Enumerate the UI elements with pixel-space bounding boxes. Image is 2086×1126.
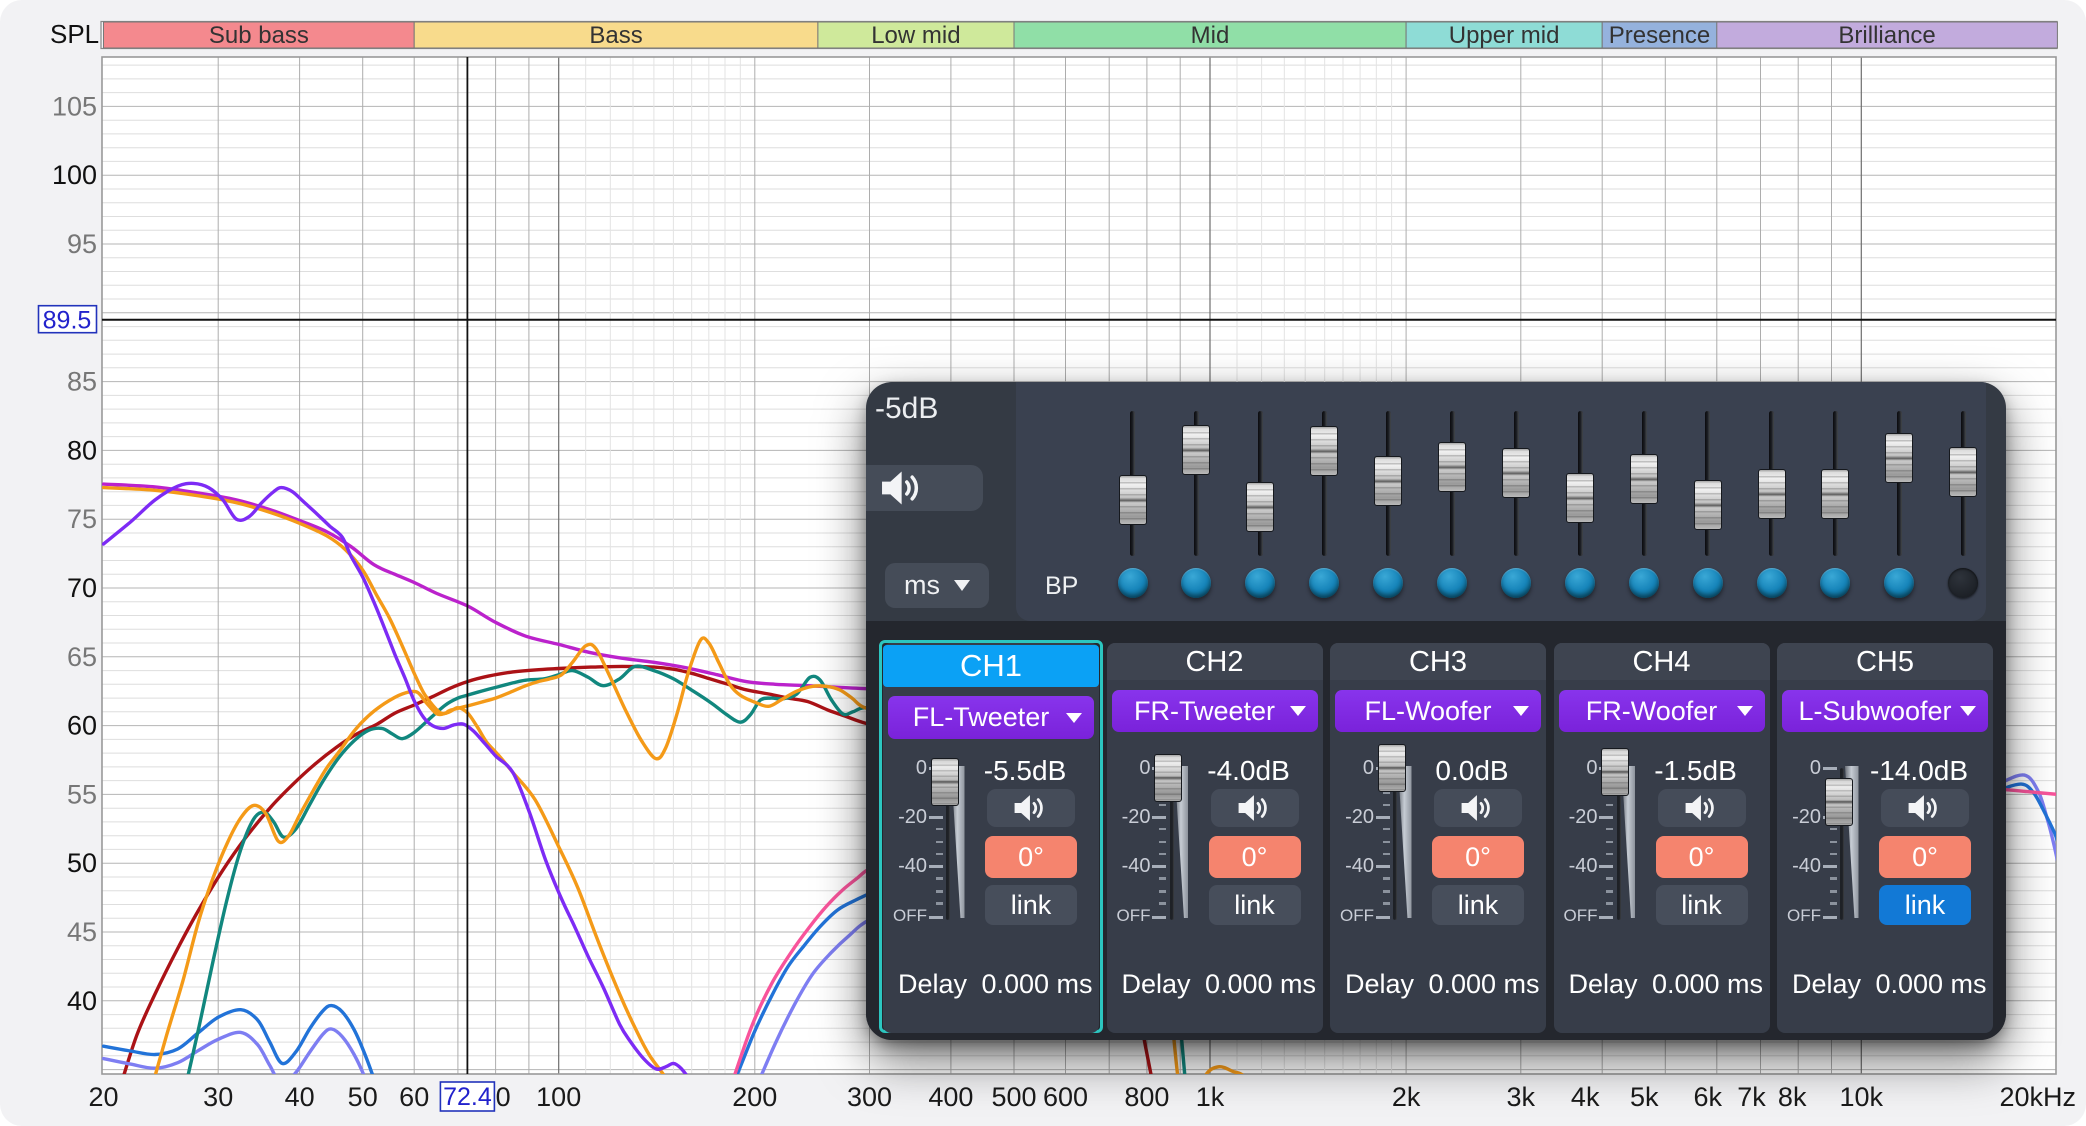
svg-text:Low mid: Low mid [871,22,960,49]
svg-text:Bass: Bass [589,22,642,49]
svg-text:3k: 3k [1507,1082,1536,1112]
svg-text:40: 40 [285,1082,315,1112]
svg-text:100: 100 [536,1082,581,1112]
svg-text:45: 45 [67,917,97,947]
svg-text:105: 105 [52,91,97,121]
svg-text:95: 95 [67,229,97,259]
svg-text:4k: 4k [1571,1082,1600,1112]
svg-text:75: 75 [67,504,97,534]
svg-text:30: 30 [203,1082,233,1112]
svg-text:5k: 5k [1630,1082,1659,1112]
svg-text:800: 800 [1124,1082,1169,1112]
svg-text:10k: 10k [1840,1082,1884,1112]
svg-text:200: 200 [732,1082,777,1112]
svg-text:Upper mid: Upper mid [1449,22,1560,49]
svg-text:40: 40 [67,986,97,1016]
svg-text:20: 20 [88,1082,118,1112]
svg-text:60: 60 [67,711,97,741]
svg-text:72.4: 72.4 [443,1083,492,1111]
svg-text:89.5: 89.5 [43,307,92,335]
svg-text:1k: 1k [1196,1082,1225,1112]
svg-text:50: 50 [67,848,97,878]
svg-text:65: 65 [67,642,97,672]
svg-text:Presence: Presence [1609,22,1710,49]
svg-text:Brilliance: Brilliance [1838,22,1935,49]
svg-text:500: 500 [991,1082,1036,1112]
svg-text:85: 85 [67,367,97,397]
svg-text:7k: 7k [1737,1082,1766,1112]
svg-text:300: 300 [847,1082,892,1112]
svg-text:50: 50 [348,1082,378,1112]
svg-text:70: 70 [67,573,97,603]
svg-text:80: 80 [67,435,97,465]
svg-text:Mid: Mid [1191,22,1230,49]
svg-text:8k: 8k [1778,1082,1807,1112]
svg-text:60: 60 [399,1082,429,1112]
svg-text:SPL: SPL [50,19,99,49]
svg-text:400: 400 [928,1082,973,1112]
svg-text:100: 100 [52,160,97,190]
svg-text:20kHz: 20kHz [1999,1082,2076,1112]
svg-text:2k: 2k [1392,1082,1421,1112]
svg-text:55: 55 [67,779,97,809]
svg-text:Sub bass: Sub bass [209,22,309,49]
svg-text:600: 600 [1043,1082,1088,1112]
svg-text:6k: 6k [1694,1082,1723,1112]
